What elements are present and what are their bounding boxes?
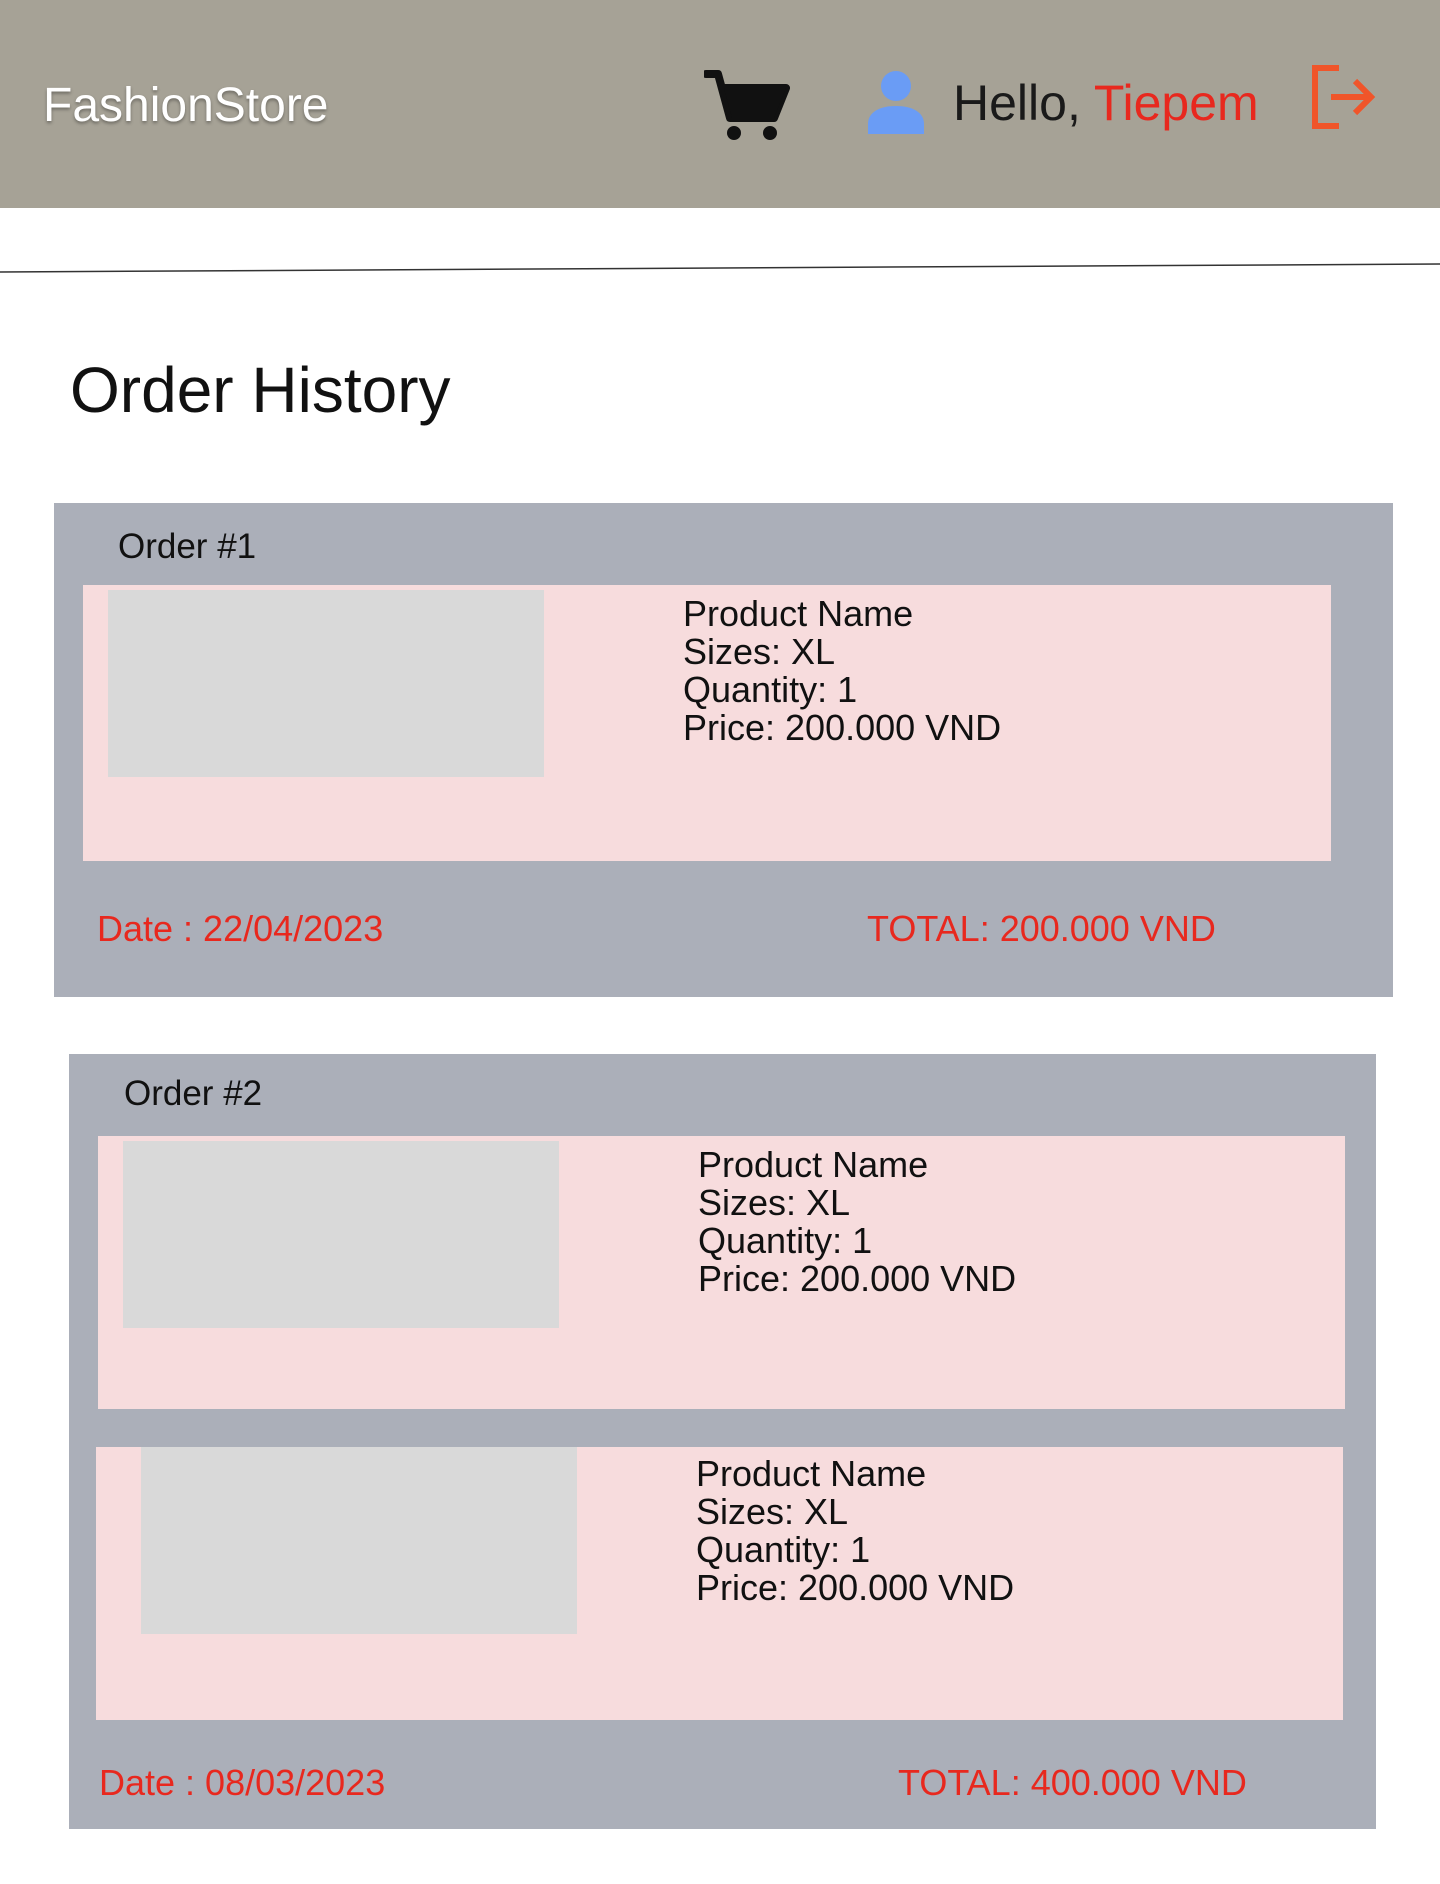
cart-icon[interactable]	[704, 70, 790, 142]
section-divider	[0, 263, 1440, 273]
order-item[interactable]: Product Name Sizes: XL Quantity: 1 Price…	[98, 1136, 1345, 1409]
order-item[interactable]: Product Name Sizes: XL Quantity: 1 Price…	[96, 1447, 1343, 1720]
product-price: Price: 200.000 VND	[683, 707, 1002, 748]
product-name[interactable]: Product Name	[698, 1146, 1016, 1184]
product-name[interactable]: Product Name	[696, 1455, 1014, 1493]
greeting-prefix: Hello,	[953, 75, 1094, 131]
brand-logo[interactable]: FashionStore	[43, 78, 329, 133]
page-title: Order History	[70, 354, 451, 426]
order-title: Order #2	[124, 1074, 263, 1113]
order-date: Date : 22/04/2023	[97, 908, 384, 949]
order-item[interactable]: Product Name Sizes: XL Quantity: 1 Price…	[83, 585, 1331, 861]
order-date: Date : 08/03/2023	[99, 1762, 386, 1803]
product-details: Product Name Sizes: XL Quantity: 1 Price…	[683, 595, 1001, 747]
product-size: Sizes: XL	[696, 1491, 849, 1532]
product-quantity: Quantity: 1	[683, 669, 858, 710]
product-image[interactable]	[108, 590, 544, 777]
product-details: Product Name Sizes: XL Quantity: 1 Price…	[696, 1455, 1014, 1607]
product-size: Sizes: XL	[683, 631, 836, 672]
top-header: FashionStore Hello, Tiepem	[0, 0, 1440, 208]
product-price: Price: 200.000 VND	[696, 1567, 1015, 1608]
product-details: Product Name Sizes: XL Quantity: 1 Price…	[698, 1146, 1016, 1298]
product-price: Price: 200.000 VND	[698, 1258, 1017, 1299]
user-icon	[868, 71, 924, 134]
product-image[interactable]	[141, 1447, 577, 1634]
product-name[interactable]: Product Name	[683, 595, 1001, 633]
user-greeting: Hello, Tiepem	[953, 74, 1259, 132]
order-title: Order #1	[118, 527, 257, 566]
logout-icon[interactable]	[1309, 64, 1377, 130]
order-card: Order #1 Product Name Sizes: XL Quantity…	[54, 503, 1393, 997]
product-image[interactable]	[123, 1141, 559, 1328]
product-size: Sizes: XL	[698, 1182, 851, 1223]
product-quantity: Quantity: 1	[698, 1220, 873, 1261]
order-card: Order #2 Product Name Sizes: XL Quantity…	[69, 1054, 1376, 1829]
order-total: TOTAL: 400.000 VND	[898, 1762, 1247, 1803]
user-name[interactable]: Tiepem	[1094, 75, 1259, 131]
product-quantity: Quantity: 1	[696, 1529, 871, 1570]
order-total: TOTAL: 200.000 VND	[867, 908, 1216, 949]
